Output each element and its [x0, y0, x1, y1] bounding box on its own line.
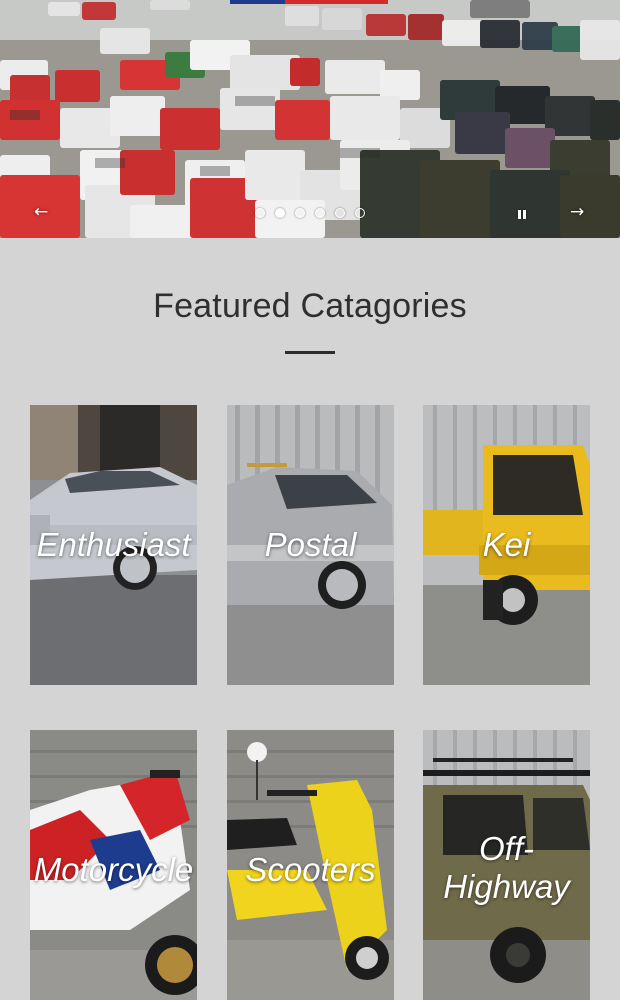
category-label: Postal — [264, 526, 357, 563]
category-card-motorcycle[interactable]: Motorcycle — [30, 730, 197, 1000]
previous-slide-arrow-icon[interactable]: ← — [34, 204, 48, 221]
slide-dot-2[interactable] — [275, 208, 285, 218]
hero-image — [0, 0, 620, 238]
category-label: Enthusiast — [36, 526, 191, 563]
slide-dot-1[interactable] — [255, 208, 265, 218]
slide-dot-5[interactable] — [335, 208, 345, 218]
pause-icon[interactable] — [516, 209, 528, 221]
category-label: Off- Highway — [443, 830, 570, 905]
category-card-kei[interactable]: Kei — [423, 405, 590, 685]
category-card-off-highway[interactable]: Off- Highway — [423, 730, 590, 1000]
hero-slideshow: ← → — [0, 0, 620, 238]
category-card-scooters[interactable]: Scooters — [227, 730, 394, 1000]
slide-dot-3[interactable] — [295, 208, 305, 218]
category-card-postal[interactable]: Postal — [227, 405, 394, 685]
slide-dot-6[interactable] — [355, 208, 365, 218]
category-label: Motorcycle — [33, 851, 194, 888]
category-card-enthusiast[interactable]: Enthusiast — [30, 405, 197, 685]
slide-dot-4[interactable] — [315, 208, 325, 218]
slide-indicators — [255, 207, 365, 219]
category-label: Scooters — [245, 851, 376, 888]
featured-categories-title: Featured Catagories — [153, 287, 467, 325]
category-label: Kei — [482, 526, 531, 563]
next-slide-arrow-icon[interactable]: → — [570, 204, 584, 221]
title-divider — [285, 351, 335, 354]
